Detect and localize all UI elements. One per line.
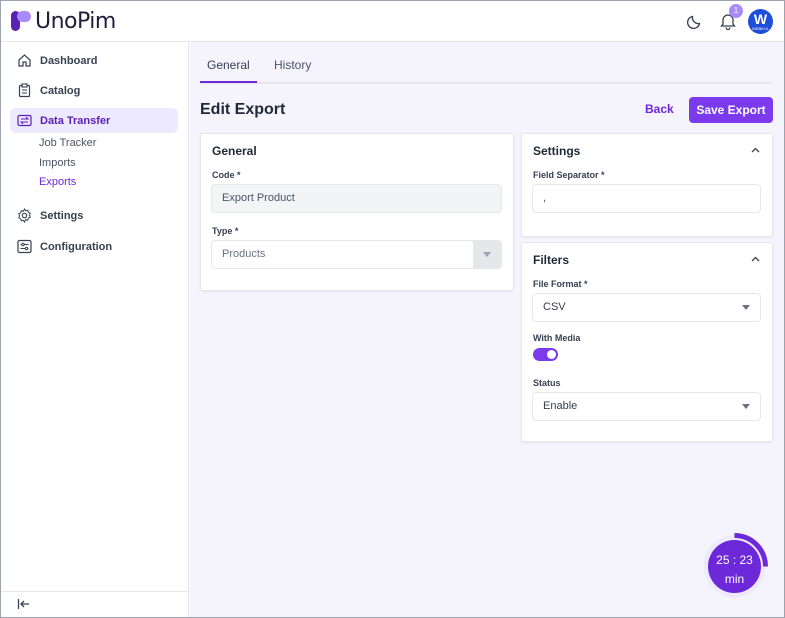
chevron-up-icon[interactable] [751,256,760,262]
transfer-icon [16,113,32,129]
page-title: Edit Export [200,101,286,118]
status-select-value: Enable [543,400,578,412]
user-avatar[interactable]: W WEBKUL [748,9,773,34]
active-tab-indicator [200,81,257,83]
sidebar-item-data-transfer[interactable]: Data Transfer [10,108,178,133]
caret-down-icon [742,305,750,310]
type-label: Type * [212,226,239,236]
filters-card: Filters File Format * CSV With Media Sta… [521,242,773,442]
sidebar-subitem-job-tracker[interactable]: Job Tracker [39,137,96,149]
tab-history[interactable]: History [274,58,311,72]
status-select[interactable]: Enable [532,392,761,421]
session-timer[interactable]: 25 : 23 min [701,532,769,600]
type-select-value: Products [222,248,266,260]
tab-general[interactable]: General [207,58,250,72]
with-media-label: With Media [533,333,581,343]
unopim-logo-icon [11,11,31,31]
tab-bar: General History [200,42,772,84]
general-card-title: General [212,144,257,158]
timer-time: 25 : 23 [716,553,753,567]
code-field[interactable]: Export Product [211,184,502,213]
sidebar: Dashboard Catalog Data Transfer Job Trac… [1,42,189,617]
sidebar-item-settings[interactable]: Settings [10,203,178,228]
notification-badge: 1 [729,4,743,18]
chevron-up-icon[interactable] [751,147,760,153]
code-label: Code * [212,170,241,180]
settings-card-title: Settings [533,144,581,158]
save-export-button[interactable]: Save Export [689,97,773,123]
status-label: Status [533,378,561,388]
sidebar-item-label: Settings [40,209,84,222]
main-content: General History Edit Export Back Save Ex… [190,42,784,617]
field-separator-label: Field Separator * [533,170,605,180]
file-format-value: CSV [543,301,566,313]
timer-face: 25 : 23 min [708,540,761,593]
dark-mode-moon-icon[interactable] [687,13,703,29]
caret-down-icon [742,404,750,409]
sidebar-item-label: Configuration [40,240,113,253]
filters-card-title: Filters [533,253,570,267]
sidebar-item-dashboard[interactable]: Dashboard [10,48,178,73]
sidebar-item-label: Data Transfer [40,114,111,127]
caret-down-icon [483,252,491,257]
file-format-label: File Format * [533,279,588,289]
with-media-toggle[interactable] [533,348,558,361]
file-format-select[interactable]: CSV [532,293,761,322]
top-bar: UnoPim 1 W WEBKUL [1,1,784,42]
general-card: General Code * Export Product Type * Pro… [200,133,514,291]
sidebar-subitem-exports[interactable]: Exports [39,176,76,188]
timer-unit: min [724,572,745,586]
logo[interactable]: UnoPim [10,8,116,34]
home-icon [16,53,32,69]
avatar-initial: W [753,11,768,27]
clipboard-icon [16,83,32,99]
type-select-toggle [473,241,501,268]
sidebar-item-catalog[interactable]: Catalog [10,78,178,103]
back-button[interactable]: Back [645,102,674,116]
sidebar-item-label: Catalog [40,84,81,97]
collapse-sidebar-icon[interactable] [17,598,31,610]
sidebar-item-configuration[interactable]: Configuration [10,234,178,259]
sliders-icon [16,239,32,255]
avatar-caption: WEBKUL [752,26,769,31]
type-select[interactable]: Products [211,240,502,269]
toggle-knob [547,350,556,359]
gear-icon [16,208,32,224]
sidebar-subitem-imports[interactable]: Imports [39,157,76,169]
logo-text: UnoPim [35,8,116,34]
settings-card: Settings Field Separator * , [521,133,773,237]
sidebar-item-label: Dashboard [40,54,98,67]
sidebar-divider [1,591,189,592]
field-separator-input[interactable]: , [532,184,761,213]
